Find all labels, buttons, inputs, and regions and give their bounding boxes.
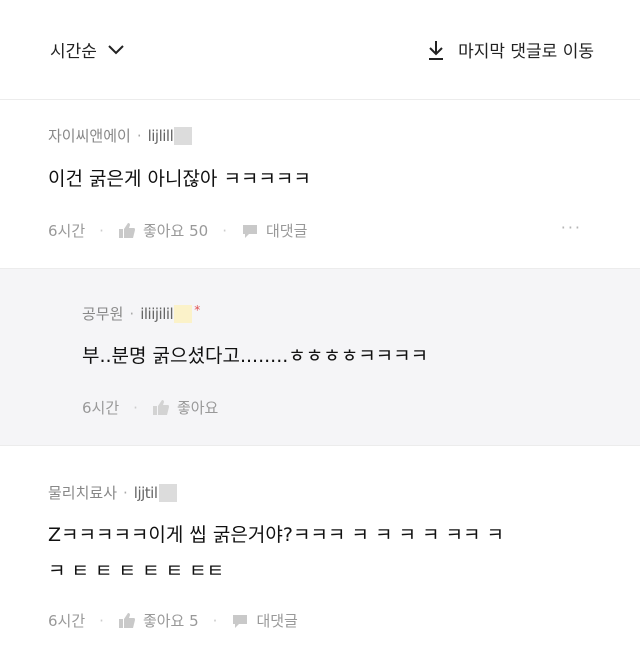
like-button[interactable]: 좋아요 5 <box>118 610 199 631</box>
separator-dot: · <box>129 304 135 323</box>
comment-text-line-2: ㅋ ㅌ ㅌ ㅌ ㅌ ㅌ ㅌㅌ <box>48 560 225 582</box>
reply-button[interactable]: 대댓글 <box>231 610 298 631</box>
comment-toolbar: 시간순 마지막 댓글로 이동 <box>0 0 640 100</box>
reply-label: 대댓글 <box>265 222 308 240</box>
more-options-icon[interactable]: ··· <box>561 218 582 237</box>
author-name[interactable]: 물리치료사 <box>48 482 117 503</box>
comment-text-line-1: Zㅋㅋㅋㅋㅋ이게 씹 굵은거야?ㅋㅋㅋ ㅋ ㅋ ㅋ ㅋ ㅋㅋ ㅋ <box>48 524 504 546</box>
author-name[interactable]: 공무원 <box>82 303 123 324</box>
like-button[interactable]: 좋아요 <box>152 397 218 418</box>
jump-to-last-comment-button[interactable]: 마지막 댓글로 이동 <box>426 37 594 62</box>
user-id: lijlill <box>147 126 174 145</box>
thumbs-up-icon <box>152 399 169 415</box>
comment-actions: 6시간 · 좋아요 5 · 대댓글 <box>48 610 298 631</box>
like-label: 좋아요 <box>176 399 219 417</box>
comment-item: 자이씨앤에이 · lijlill 이건 굵은게 아니잖아 ㅋㅋㅋㅋㅋ 6시간 ·… <box>0 100 640 268</box>
separator-dot: · <box>136 126 142 145</box>
user-id: iliijilil <box>140 304 174 323</box>
reply-label: 대댓글 <box>256 612 298 630</box>
thumbs-up-icon <box>118 222 135 238</box>
download-arrow-icon <box>429 40 444 60</box>
reply-button[interactable]: 대댓글 <box>241 220 307 241</box>
speech-bubble-icon <box>233 614 248 628</box>
chevron-down-icon <box>108 44 124 54</box>
like-label: 좋아요 50 <box>142 222 209 240</box>
thumbs-up-icon <box>118 612 135 628</box>
comment-meta: 공무원 · iliijilil * <box>82 303 200 324</box>
comment-time: 6시간 <box>48 612 86 630</box>
author-star-mark: * <box>194 302 201 317</box>
user-id: ljjtil <box>133 483 158 502</box>
comment-time: 6시간 <box>48 222 86 240</box>
comment-actions: 6시간 · 좋아요 <box>82 397 219 418</box>
comment-meta: 물리치료사 · ljjtil <box>48 482 177 503</box>
comment-actions: 6시간 · 좋아요 50 · 대댓글 <box>48 220 308 241</box>
sort-label: 시간순 <box>50 42 97 62</box>
comment-item: 물리치료사 · ljjtil Zㅋㅋㅋㅋㅋ이게 씹 굵은거야?ㅋㅋㅋ ㅋ ㅋ ㅋ… <box>0 446 640 659</box>
reply-comment-item: 공무원 · iliijilil * 부..분명 굵으셨다고........ㅎㅎㅎ… <box>0 268 640 446</box>
masked-id <box>158 483 177 502</box>
masked-id <box>174 304 193 323</box>
comment-text: 부..분명 굵으셨다고........ㅎㅎㅎㅎㅋㅋㅋㅋ <box>82 345 429 367</box>
speech-bubble-icon <box>242 224 257 238</box>
like-button[interactable]: 좋아요 50 <box>118 220 208 241</box>
separator-dot: · <box>123 483 128 502</box>
like-label: 좋아요 5 <box>142 612 199 630</box>
comment-time: 6시간 <box>82 399 120 417</box>
author-name[interactable]: 자이씨앤에이 <box>48 125 131 146</box>
comment-meta: 자이씨앤에이 · lijlill <box>48 125 193 146</box>
jump-label: 마지막 댓글로 이동 <box>458 42 594 62</box>
sort-dropdown[interactable]: 시간순 <box>50 37 125 62</box>
masked-id <box>174 126 193 145</box>
comment-text: 이건 굵은게 아니잖아 ㅋㅋㅋㅋㅋ <box>48 168 311 190</box>
